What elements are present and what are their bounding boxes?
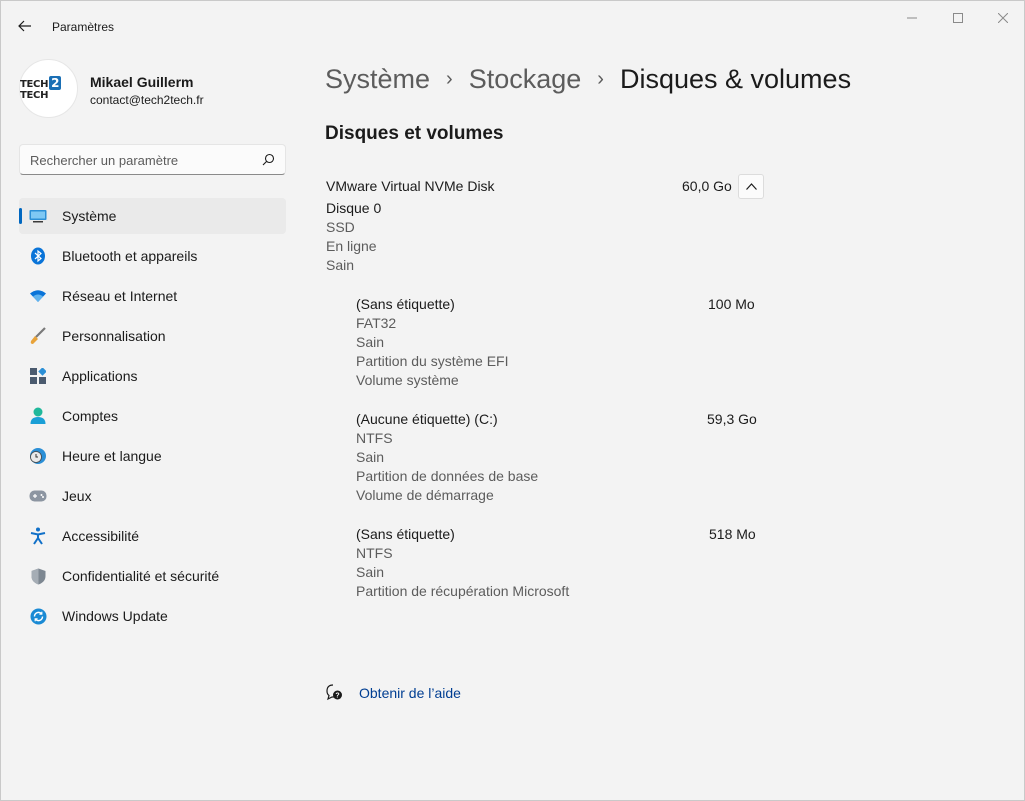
volume-name: (Sans étiquette) [356,526,455,542]
volume-filesystem: FAT32 [356,315,397,331]
help-label: Obtenir de l’aide [359,685,461,701]
active-indicator [19,208,22,224]
close-button[interactable] [980,1,1025,35]
volume-partition: Partition du système EFI [356,353,509,369]
sidebar-item-windows-update[interactable]: Windows Update [19,598,286,634]
sidebar-nav: Système Bluetooth et appareils Réseau et… [19,198,286,638]
volume-role: Volume système [356,372,459,388]
disk-health: Sain [326,257,355,273]
sidebar-item-label: Confidentialité et sécurité [62,568,220,584]
accessibility-icon [29,527,47,545]
sidebar-item-label: Heure et langue [62,448,162,464]
sidebar-item-systeme[interactable]: Système [19,198,286,234]
volume-size: 518 Mo [709,526,756,542]
close-icon [998,13,1008,23]
volume-health: Sain [356,564,385,580]
back-button[interactable] [11,13,39,39]
search-input[interactable]: Rechercher un paramètre [19,144,286,175]
volume-health: Sain [356,449,385,465]
tech2tech-logo: TECH 2TECH [20,76,62,101]
user-name: Mikael Guillerm [90,74,194,90]
clock-globe-icon [29,447,47,465]
sidebar-item-comptes[interactable]: Comptes [19,398,286,434]
chevron-up-icon [745,183,757,190]
volume-health: Sain [356,334,385,350]
disk-name: VMware Virtual NVMe Disk [326,178,495,194]
sidebar-item-heure[interactable]: Heure et langue [19,438,286,474]
sidebar-item-accessibilite[interactable]: Accessibilité [19,518,286,554]
volume-filesystem: NTFS [356,545,393,561]
breadcrumb-stockage[interactable]: Stockage [469,64,582,95]
window-title: Paramètres [52,20,115,34]
title-bar: Paramètres [1,1,1024,49]
sidebar-item-reseau[interactable]: Réseau et Internet [19,278,286,314]
volume-partition: Partition de données de base [356,468,539,484]
breadcrumb-systeme[interactable]: Système [325,64,430,95]
volume-size: 59,3 Go [707,411,757,427]
section-title: Disques et volumes [325,123,504,144]
sidebar-item-label: Applications [62,368,138,384]
volume-size: 100 Mo [708,296,755,312]
sidebar-item-label: Bluetooth et appareils [62,248,198,264]
sidebar-item-label: Comptes [62,408,119,424]
minimize-icon [907,17,917,19]
collapse-button[interactable] [738,174,764,199]
sidebar-item-label: Personnalisation [62,328,166,344]
sidebar-item-jeux[interactable]: Jeux [19,478,286,514]
bluetooth-icon [29,247,47,265]
avatar[interactable]: TECH 2TECH [19,59,78,118]
sidebar-item-label: Réseau et Internet [62,288,178,304]
sidebar-item-personnalisation[interactable]: Personnalisation [19,318,286,354]
brush-icon [29,327,47,345]
sidebar-item-label: Jeux [62,488,92,504]
sidebar-item-applications[interactable]: Applications [19,358,286,394]
chevron-right-icon: › [597,67,604,90]
settings-window: Paramètres TECH 2TECH Mikael Guillerm con… [0,0,1025,801]
apps-icon [29,367,47,385]
volume-filesystem: NTFS [356,430,393,446]
maximize-icon [953,13,963,23]
maximize-button[interactable] [935,1,981,35]
volume-name: (Sans étiquette) [356,296,455,312]
system-icon [29,207,47,225]
disk-size: 60,0 Go [682,178,732,194]
volume-role: Volume de démarrage [356,487,494,503]
volume-name: (Aucune étiquette) (C:) [356,411,498,427]
search-icon [262,153,275,166]
help-link[interactable]: ? Obtenir de l’aide [325,683,461,701]
wifi-icon [29,287,47,305]
search-placeholder: Rechercher un paramètre [30,153,179,168]
sidebar-item-bluetooth[interactable]: Bluetooth et appareils [19,238,286,274]
volume-partition: Partition de récupération Microsoft [356,583,570,599]
gamepad-icon [29,487,47,505]
disk-status: En ligne [326,238,377,254]
svg-text:?: ? [335,693,339,700]
disk-label: Disque 0 [326,200,382,216]
chevron-right-icon: › [446,67,453,90]
back-arrow-icon [18,20,31,32]
page-title: Disques & volumes [619,63,852,94]
disk-type: SSD [326,219,355,235]
sidebar-item-label: Accessibilité [62,528,140,544]
sidebar-item-label: Windows Update [62,608,168,624]
sidebar-item-confidentialite[interactable]: Confidentialité et sécurité [19,558,286,594]
breadcrumb: Système › Stockage › Disques & volumes [325,61,851,97]
sidebar-item-label: Système [62,208,117,224]
shield-icon [29,567,47,585]
minimize-button[interactable] [889,1,935,35]
account-icon [29,407,47,425]
update-icon [29,607,47,625]
help-icon: ? [326,684,342,701]
user-email: contact@tech2tech.fr [90,93,204,107]
